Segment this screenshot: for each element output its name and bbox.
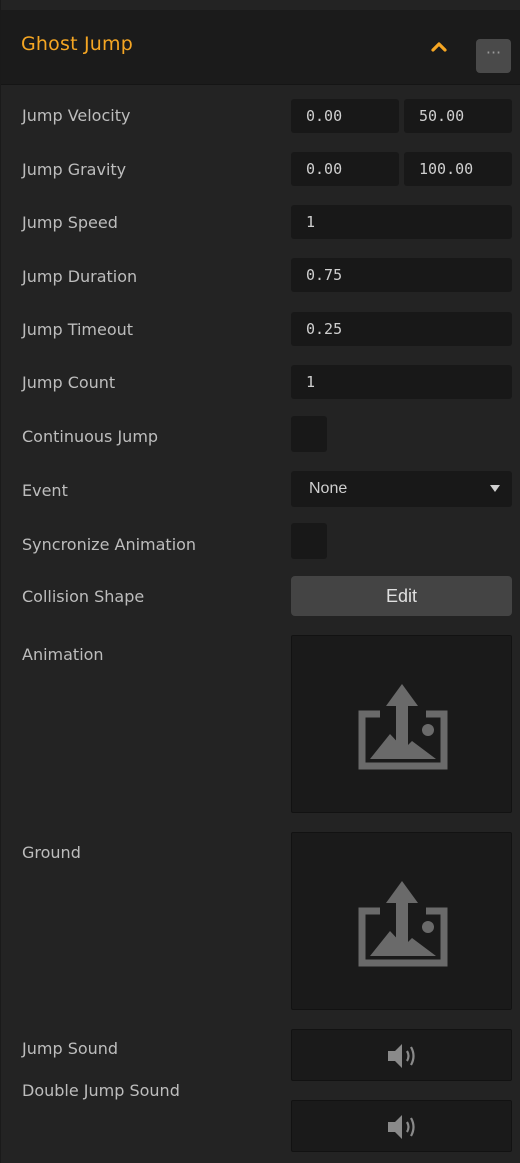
image-upload-icon xyxy=(358,684,448,770)
continuous-jump-checkbox[interactable] xyxy=(291,416,327,452)
event-label: Event xyxy=(22,481,68,500)
jump-gravity-label: Jump Gravity xyxy=(22,160,127,179)
jump-count-input[interactable]: 1 xyxy=(291,365,512,399)
double-jump-sound-slot[interactable] xyxy=(291,1100,512,1152)
double-jump-sound-label: Double Jump Sound xyxy=(22,1081,180,1100)
caret-down-icon xyxy=(490,485,500,492)
jump-velocity-y-input[interactable]: 50.00 xyxy=(404,99,512,133)
event-select[interactable]: None xyxy=(291,471,512,507)
speaker-icon xyxy=(388,1115,415,1139)
jump-count-label: Jump Count xyxy=(22,373,116,392)
jump-speed-input[interactable]: 1 xyxy=(291,205,512,239)
jump-timeout-input[interactable]: 0.25 xyxy=(291,312,512,346)
continuous-jump-label: Continuous Jump xyxy=(22,427,159,446)
image-upload-icon xyxy=(358,881,448,967)
jump-gravity-y-input[interactable]: 100.00 xyxy=(404,152,512,186)
syncronize-animation-label: Syncronize Animation xyxy=(22,535,197,554)
ground-image-slot[interactable] xyxy=(291,832,512,1010)
jump-velocity-x-input[interactable]: 0.00 xyxy=(291,99,399,133)
ghost-jump-panel: Ghost Jump ··· Jump Velocity 0.00 50.00 … xyxy=(0,0,520,1163)
syncronize-animation-checkbox[interactable] xyxy=(291,523,327,559)
speaker-icon xyxy=(388,1044,415,1068)
animation-label: Animation xyxy=(22,645,104,664)
jump-duration-label: Jump Duration xyxy=(22,267,138,286)
jump-sound-slot[interactable] xyxy=(291,1029,512,1081)
collision-shape-edit-button[interactable]: Edit xyxy=(291,576,512,616)
more-options-button[interactable]: ··· xyxy=(476,39,511,73)
jump-velocity-label: Jump Velocity xyxy=(22,106,131,125)
panel-header[interactable]: Ghost Jump ··· xyxy=(1,10,520,85)
jump-speed-label: Jump Speed xyxy=(22,213,118,232)
jump-duration-input[interactable]: 0.75 xyxy=(291,258,512,292)
event-select-value: None xyxy=(309,480,348,497)
animation-image-slot[interactable] xyxy=(291,635,512,813)
panel-title: Ghost Jump xyxy=(21,33,133,55)
jump-sound-label: Jump Sound xyxy=(22,1039,119,1058)
jump-timeout-label: Jump Timeout xyxy=(22,320,134,339)
jump-gravity-x-input[interactable]: 0.00 xyxy=(291,152,399,186)
ground-label: Ground xyxy=(22,843,81,862)
collision-shape-label: Collision Shape xyxy=(22,587,145,606)
chevron-up-icon[interactable] xyxy=(425,33,453,61)
